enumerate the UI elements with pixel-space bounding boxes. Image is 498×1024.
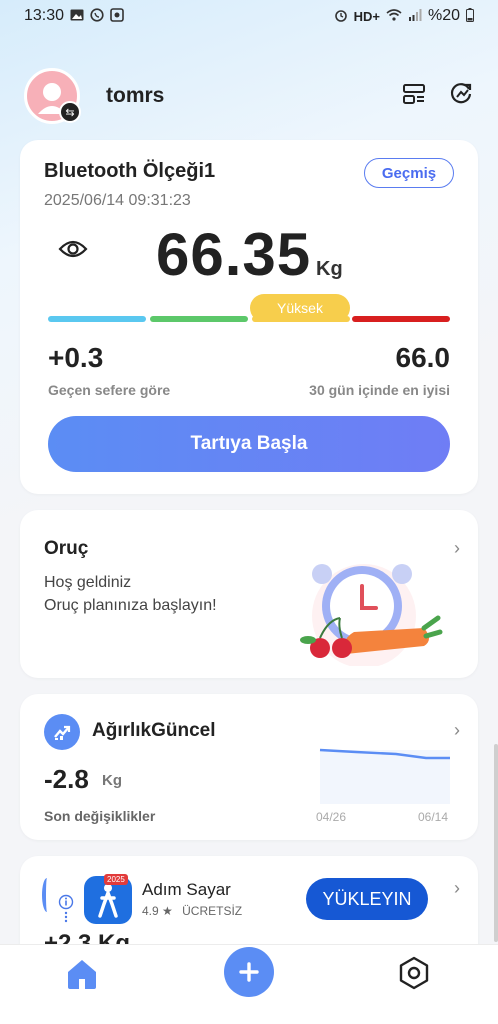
status-left: 13:30	[24, 7, 124, 25]
network-label: HD+	[353, 8, 380, 24]
scale-date: 2025/06/14 09:31:23	[44, 192, 191, 209]
ad-app-meta: 4.9 ★ ÜCRETSİZ	[142, 904, 242, 918]
bmi-segment-very-high	[352, 316, 450, 322]
refresh-icon[interactable]	[448, 81, 474, 112]
x-tick-end: 06/14	[418, 810, 449, 824]
add-icon	[239, 962, 259, 982]
ad-year-badge: 2025	[104, 874, 128, 885]
bmi-bar	[48, 316, 450, 322]
weight-unit: Kg	[316, 258, 343, 280]
switch-user-icon[interactable]: ⇆	[59, 101, 81, 123]
start-weighing-button[interactable]: Tartıya Başla	[48, 416, 450, 472]
delta-label: Geçen sefere göre	[48, 382, 171, 398]
settings-icon[interactable]	[396, 955, 432, 996]
device-layout-icon[interactable]	[402, 82, 426, 111]
scrollbar[interactable]	[494, 744, 498, 942]
eye-icon[interactable]	[58, 238, 88, 265]
chevron-right-icon[interactable]: ›	[454, 538, 460, 559]
chevron-right-icon[interactable]: ›	[454, 878, 460, 899]
ad-peek-graphic	[42, 878, 52, 912]
weight-mini-chart	[319, 748, 450, 804]
username: tomrs	[106, 84, 165, 107]
home-icon[interactable]	[64, 957, 100, 996]
bmi-segment-normal	[150, 316, 248, 322]
gallery-icon	[70, 9, 84, 24]
info-icon[interactable]	[58, 894, 74, 929]
fasting-prompt: Oruç planınıza başlayın!	[44, 597, 217, 614]
x-tick-start: 04/26	[316, 810, 347, 824]
fasting-welcome: Hoş geldiniz	[44, 574, 132, 591]
install-button[interactable]: YÜKLEYIN	[306, 878, 428, 920]
status-time: 13:30	[24, 7, 65, 24]
status-right: HD+ %20	[334, 7, 474, 25]
header-actions	[402, 81, 474, 112]
bmi-status-badge: Yüksek	[250, 294, 350, 322]
fasting-card[interactable]: Oruç › Hoş geldiniz Oruç planınıza başla…	[20, 510, 478, 678]
chevron-right-icon[interactable]: ›	[454, 720, 460, 741]
whatsapp-icon	[90, 7, 104, 25]
battery-percent: %20	[427, 7, 460, 24]
status-bar: 13:30 HD+ %20	[0, 0, 498, 32]
alarm-icon	[334, 8, 348, 25]
best-value: 66.0	[395, 342, 451, 373]
add-button[interactable]	[224, 947, 274, 997]
signal-icon	[408, 8, 422, 24]
bmi-segment-low	[48, 316, 146, 322]
weight-change-label: Son değişiklikler	[44, 808, 156, 824]
weight-trend-title: AğırlıkGüncel	[92, 720, 216, 741]
battery-icon	[466, 7, 474, 25]
trend-up-icon	[44, 714, 80, 750]
ad-rating: 4.9 ★	[142, 904, 173, 918]
avatar[interactable]: ⇆	[24, 68, 81, 124]
scale-title: Bluetooth Ölçeği1	[44, 160, 216, 182]
fasting-title: Oruç	[44, 538, 89, 559]
clock-food-illustration	[300, 564, 443, 666]
weight-value: 66.35	[156, 221, 312, 288]
best-label: 30 gün içinde en iyisi	[309, 382, 450, 398]
wifi-icon	[386, 8, 402, 24]
weight-trend-card[interactable]: AğırlıkGüncel › -2.8 Kg Son değişiklikle…	[20, 694, 478, 840]
header: ⇆ tomrs	[0, 66, 498, 126]
ad-price: ÜCRETSİZ	[182, 904, 243, 918]
weight-change-unit: Kg	[102, 772, 122, 789]
weight-change-value: -2.8	[44, 764, 89, 794]
screenshot-icon	[110, 7, 124, 25]
ad-app-name[interactable]: Adım Sayar	[142, 880, 231, 900]
scale-card: Bluetooth Ölçeği1 2025/06/14 09:31:23 Ge…	[20, 140, 478, 494]
history-button[interactable]: Geçmiş	[364, 158, 454, 188]
bottom-nav	[0, 944, 498, 1024]
delta-value: +0.3	[48, 342, 104, 373]
